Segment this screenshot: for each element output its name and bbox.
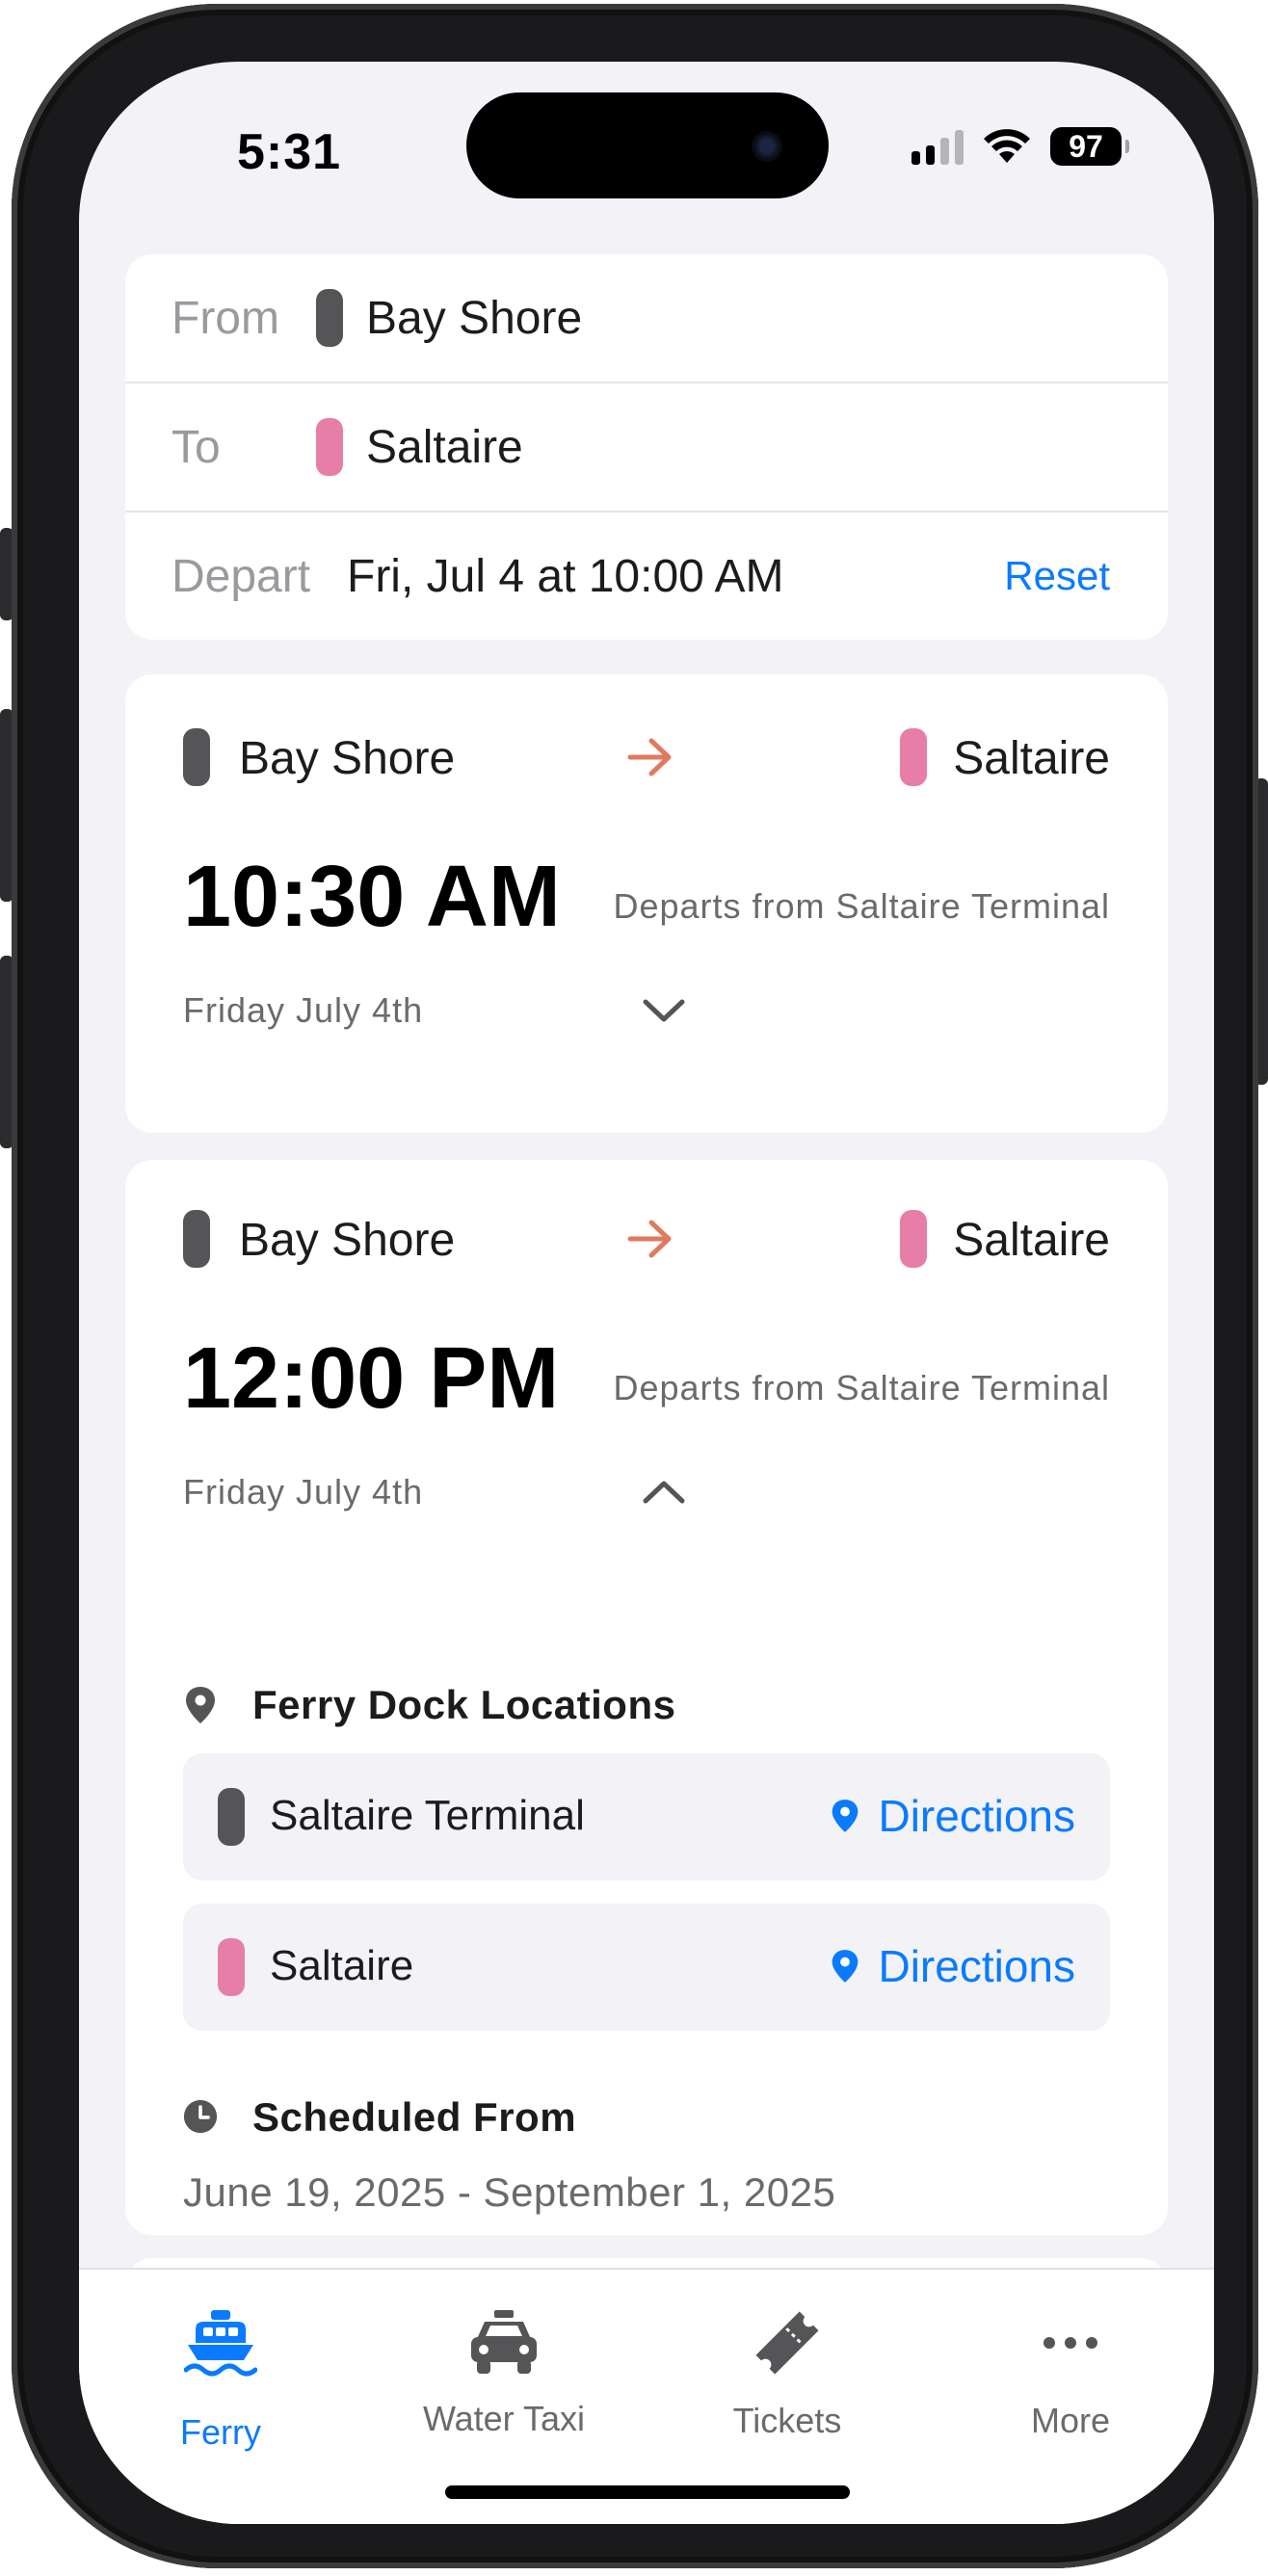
directions-link[interactable]: Directions [830,1940,1075,1992]
depart-label: Depart [172,550,311,602]
dynamic-island [466,92,829,198]
from-value: Bay Shore [366,292,583,344]
schedule-range: June 19, 2025 - September 1, 2025 [183,2169,836,2215]
location-pin-icon [186,1687,215,1723]
tab-tickets[interactable]: Tickets [646,2270,929,2462]
battery-indicator: 97 [1050,127,1129,166]
dock-name: Saltaire Terminal [270,1792,585,1839]
cellular-signal-icon [911,128,964,165]
departure-time: 10:30 AM [183,849,561,945]
destination-marker-icon [900,1210,927,1268]
camera-icon [752,131,782,162]
clock-icon [183,2099,218,2134]
ferry-icon [184,2310,257,2377]
tab-label: Tickets [732,2401,842,2440]
departure-date: Friday July 4th [183,990,424,1030]
depart-value: Fri, Jul 4 at 10:00 AM [347,550,784,602]
dock-name: Saltaire [270,1942,414,1989]
directions-label: Directions [878,1791,1075,1841]
ticket-icon [755,2311,819,2375]
dock-section-title: Ferry Dock Locations [252,1682,676,1727]
tab-label: Ferry [180,2412,261,2452]
reset-button[interactable]: Reset [1004,553,1110,599]
directions-label: Directions [878,1941,1075,1991]
ferry-card[interactable]: Bay Shore Saltaire 10:30 AM Departs from… [125,674,1168,1133]
destination-marker-icon [900,728,927,786]
arrow-right-icon [627,738,672,776]
arrow-right-icon [627,1220,672,1258]
screen: 5:31 97 From Bay Shore To Saltaire Depar… [79,62,1214,2524]
departs-from: Departs from Saltaire Terminal [613,1368,1110,1407]
to-value: Saltaire [366,421,523,473]
destination-marker-icon [316,418,343,476]
departure-time: 12:00 PM [183,1330,560,1427]
route-row: Bay Shore Saltaire [125,719,1168,796]
taxi-icon [471,2310,537,2374]
trip-form: From Bay Shore To Saltaire Depart Fri, J… [125,254,1168,640]
route-destination: Saltaire [953,733,1110,784]
home-indicator[interactable] [445,2485,850,2499]
departure-date: Friday July 4th [183,1472,424,1511]
phone-frame: 5:31 97 From Bay Shore To Saltaire Depar… [12,4,1258,2568]
to-row[interactable]: To Saltaire [125,383,1168,513]
chevron-down-icon[interactable] [642,996,686,1025]
dock-marker-icon [218,1788,245,1846]
location-pin-icon [832,1950,859,1983]
chevron-up-icon[interactable] [642,1478,686,1507]
route-origin: Bay Shore [239,733,456,784]
from-row[interactable]: From Bay Shore [125,254,1168,383]
route-destination: Saltaire [953,1215,1110,1266]
tab-water-taxi[interactable]: Water Taxi [362,2270,646,2462]
ferry-card[interactable]: Bay Shore Saltaire 12:00 PM Departs from… [125,1160,1168,2235]
dock-marker-icon [218,1938,245,1996]
to-label: To [172,421,221,473]
tab-more[interactable]: More [929,2270,1212,2462]
directions-link[interactable]: Directions [830,1790,1075,1842]
more-icon [1043,2337,1097,2349]
tab-label: Water Taxi [422,2399,586,2438]
depart-row[interactable]: Depart Fri, Jul 4 at 10:00 AM Reset [125,513,1168,640]
departs-from: Departs from Saltaire Terminal [613,886,1110,926]
dock-row: Saltaire Terminal Directions [183,1753,1110,1880]
wifi-icon [984,129,1030,163]
origin-marker-icon [183,1210,210,1268]
status-time: 5:31 [237,124,342,180]
from-label: From [172,292,279,344]
origin-marker-icon [316,289,343,347]
schedule-title: Scheduled From [252,2094,577,2140]
dock-row: Saltaire Directions [183,1904,1110,2031]
route-origin: Bay Shore [239,1215,456,1266]
status-indicators: 97 [911,125,1129,168]
tab-label: More [1030,2401,1111,2440]
route-row: Bay Shore Saltaire [125,1200,1168,1277]
tab-ferry[interactable]: Ferry [79,2270,362,2462]
origin-marker-icon [183,728,210,786]
location-pin-icon [832,1800,859,1832]
